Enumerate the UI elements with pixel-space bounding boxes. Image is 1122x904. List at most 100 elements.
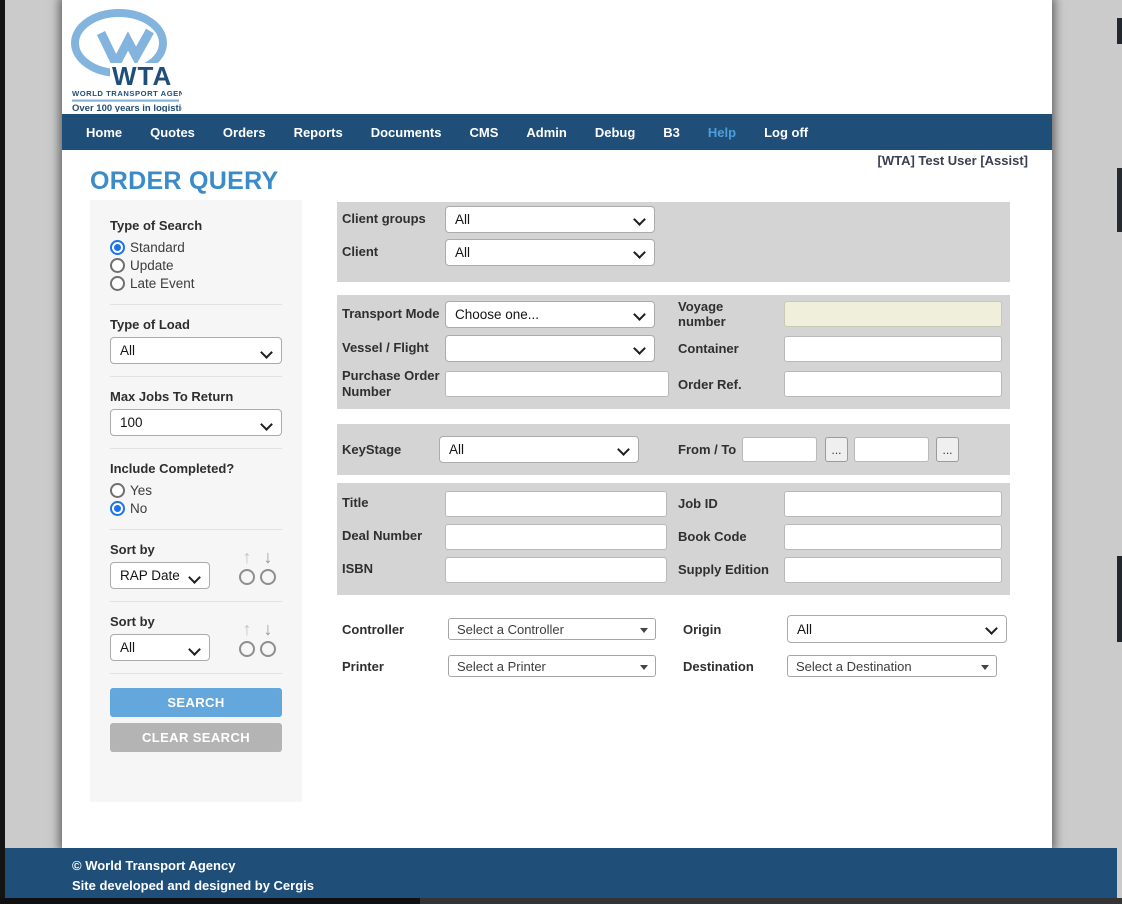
purchase-order-number-input[interactable]: [445, 371, 669, 397]
type-of-load-select[interactable]: All: [110, 337, 282, 364]
from-date-input[interactable]: [742, 437, 817, 462]
radio-yes[interactable]: [110, 483, 125, 498]
container-input[interactable]: [784, 336, 1002, 362]
search-button[interactable]: SEARCH: [110, 688, 282, 717]
to-date-input[interactable]: [854, 437, 929, 462]
sort-secondary-asc-radio[interactable]: [239, 641, 255, 657]
sort-primary-direction: [239, 548, 276, 585]
wta-logo: WTA WORLD TRANSPORT AGENCY Over 100 year…: [70, 6, 182, 112]
nav-item-orders[interactable]: Orders: [223, 125, 266, 140]
nav-item-debug[interactable]: Debug: [595, 125, 635, 140]
nav-item-admin[interactable]: Admin: [526, 125, 566, 140]
client-select[interactable]: All: [445, 239, 655, 266]
sort-ascending-icon[interactable]: [243, 548, 252, 568]
to-date-picker-button[interactable]: ...: [936, 437, 959, 462]
printer-value: Select a Printer: [457, 659, 546, 674]
radio-update-label: Update: [130, 258, 174, 273]
origin-label: Origin: [683, 622, 777, 637]
nav-item-documents[interactable]: Documents: [371, 125, 442, 140]
client-label: Client: [337, 244, 445, 260]
transport-mode-label: Transport Mode: [337, 306, 445, 322]
radio-row-late-event: Late Event: [110, 274, 282, 292]
radio-update[interactable]: [110, 258, 125, 273]
user-info: [WTA] Test User [Assist]: [878, 153, 1028, 168]
isbn-label: ISBN: [337, 561, 445, 577]
horizontal-scrollbar[interactable]: [0, 898, 1122, 904]
vessel-flight-select[interactable]: [445, 335, 655, 362]
nav-item-help[interactable]: Help: [708, 125, 736, 140]
origin-value: All: [797, 622, 812, 637]
search-sidebar: Type of Search Standard Update Late Even…: [90, 200, 302, 802]
sort-secondary-desc-radio[interactable]: [260, 641, 276, 657]
radio-standard[interactable]: [110, 240, 125, 255]
destination-label: Destination: [683, 659, 777, 674]
deal-number-label: Deal Number: [337, 528, 445, 544]
page-title: ORDER QUERY: [90, 167, 279, 196]
radio-late-event[interactable]: [110, 276, 125, 291]
sidebar-divider: [110, 601, 282, 602]
nav-item-b3[interactable]: B3: [663, 125, 680, 140]
controller-dropdown[interactable]: Select a Controller: [448, 618, 656, 640]
nav-item-home[interactable]: Home: [86, 125, 122, 140]
voyage-number-input[interactable]: [784, 301, 1002, 327]
order-ref-input[interactable]: [784, 371, 1002, 397]
sort-descending-icon[interactable]: [264, 620, 273, 640]
sort-secondary-value: All: [120, 640, 135, 655]
browser-page: WTA WORLD TRANSPORT AGENCY Over 100 year…: [62, 0, 1052, 848]
radio-row-yes: Yes: [110, 481, 282, 499]
screen-right-edge: [1117, 0, 1122, 904]
footer-credit: Site developed and designed by Cergis: [72, 876, 1122, 896]
clear-search-button[interactable]: CLEAR SEARCH: [110, 723, 282, 752]
from-date-picker-button[interactable]: ...: [825, 437, 848, 462]
origin-select[interactable]: All: [787, 615, 1007, 643]
sort-descending-icon[interactable]: [264, 548, 273, 568]
sort-primary-asc-radio[interactable]: [239, 569, 255, 585]
radio-yes-label: Yes: [130, 483, 152, 498]
max-jobs-select[interactable]: 100: [110, 409, 282, 436]
controller-value: Select a Controller: [457, 622, 564, 637]
radio-row-standard: Standard: [110, 238, 282, 256]
radio-row-no: No: [110, 499, 282, 517]
isbn-input[interactable]: [445, 557, 667, 583]
supply-edition-label: Supply Edition: [678, 562, 772, 577]
sort-secondary-direction: [239, 620, 276, 657]
transport-mode-select[interactable]: Choose one...: [445, 301, 655, 328]
sort-ascending-icon[interactable]: [243, 620, 252, 640]
sidebar-divider: [110, 448, 282, 449]
page-footer: © World Transport Agency Site developed …: [0, 848, 1122, 898]
keystage-select[interactable]: All: [439, 436, 639, 463]
transport-panel: Transport Mode Choose one... Voyage numb…: [337, 295, 1010, 409]
radio-no[interactable]: [110, 501, 125, 516]
voyage-number-label: Voyage number: [678, 299, 772, 329]
client-groups-select[interactable]: All: [445, 206, 655, 233]
order-ref-label: Order Ref.: [678, 377, 772, 392]
printer-label: Printer: [337, 659, 448, 674]
sort-primary-desc-radio[interactable]: [260, 569, 276, 585]
logo-tagline: Over 100 years in logistics: [72, 103, 182, 112]
logo-name: WORLD TRANSPORT AGENCY: [72, 89, 182, 98]
title-input[interactable]: [445, 491, 667, 517]
job-id-input[interactable]: [784, 491, 1002, 517]
type-of-load-value: All: [120, 343, 135, 358]
include-completed-label: Include Completed?: [110, 461, 282, 478]
sort-secondary-select[interactable]: All: [110, 634, 210, 661]
sort-primary-select[interactable]: RAP Date: [110, 562, 210, 589]
sidebar-divider: [110, 376, 282, 377]
screen-left-edge: [0, 0, 5, 904]
radio-standard-label: Standard: [130, 240, 185, 255]
sidebar-divider: [110, 529, 282, 530]
destination-dropdown[interactable]: Select a Destination: [787, 655, 997, 677]
order-query-form: Client groups All Client All Transport M…: [337, 202, 1010, 682]
sidebar-divider: [110, 304, 282, 305]
nav-item-quotes[interactable]: Quotes: [150, 125, 195, 140]
nav-item-logoff[interactable]: Log off: [764, 125, 808, 140]
supply-edition-input[interactable]: [784, 557, 1002, 583]
from-to-label: From / To: [678, 442, 742, 457]
nav-item-reports[interactable]: Reports: [294, 125, 343, 140]
nav-item-cms[interactable]: CMS: [469, 125, 498, 140]
book-code-input[interactable]: [784, 524, 1002, 550]
printer-dropdown[interactable]: Select a Printer: [448, 655, 656, 677]
client-groups-value: All: [455, 212, 470, 227]
book-code-label: Book Code: [678, 529, 772, 544]
deal-number-input[interactable]: [445, 524, 667, 550]
